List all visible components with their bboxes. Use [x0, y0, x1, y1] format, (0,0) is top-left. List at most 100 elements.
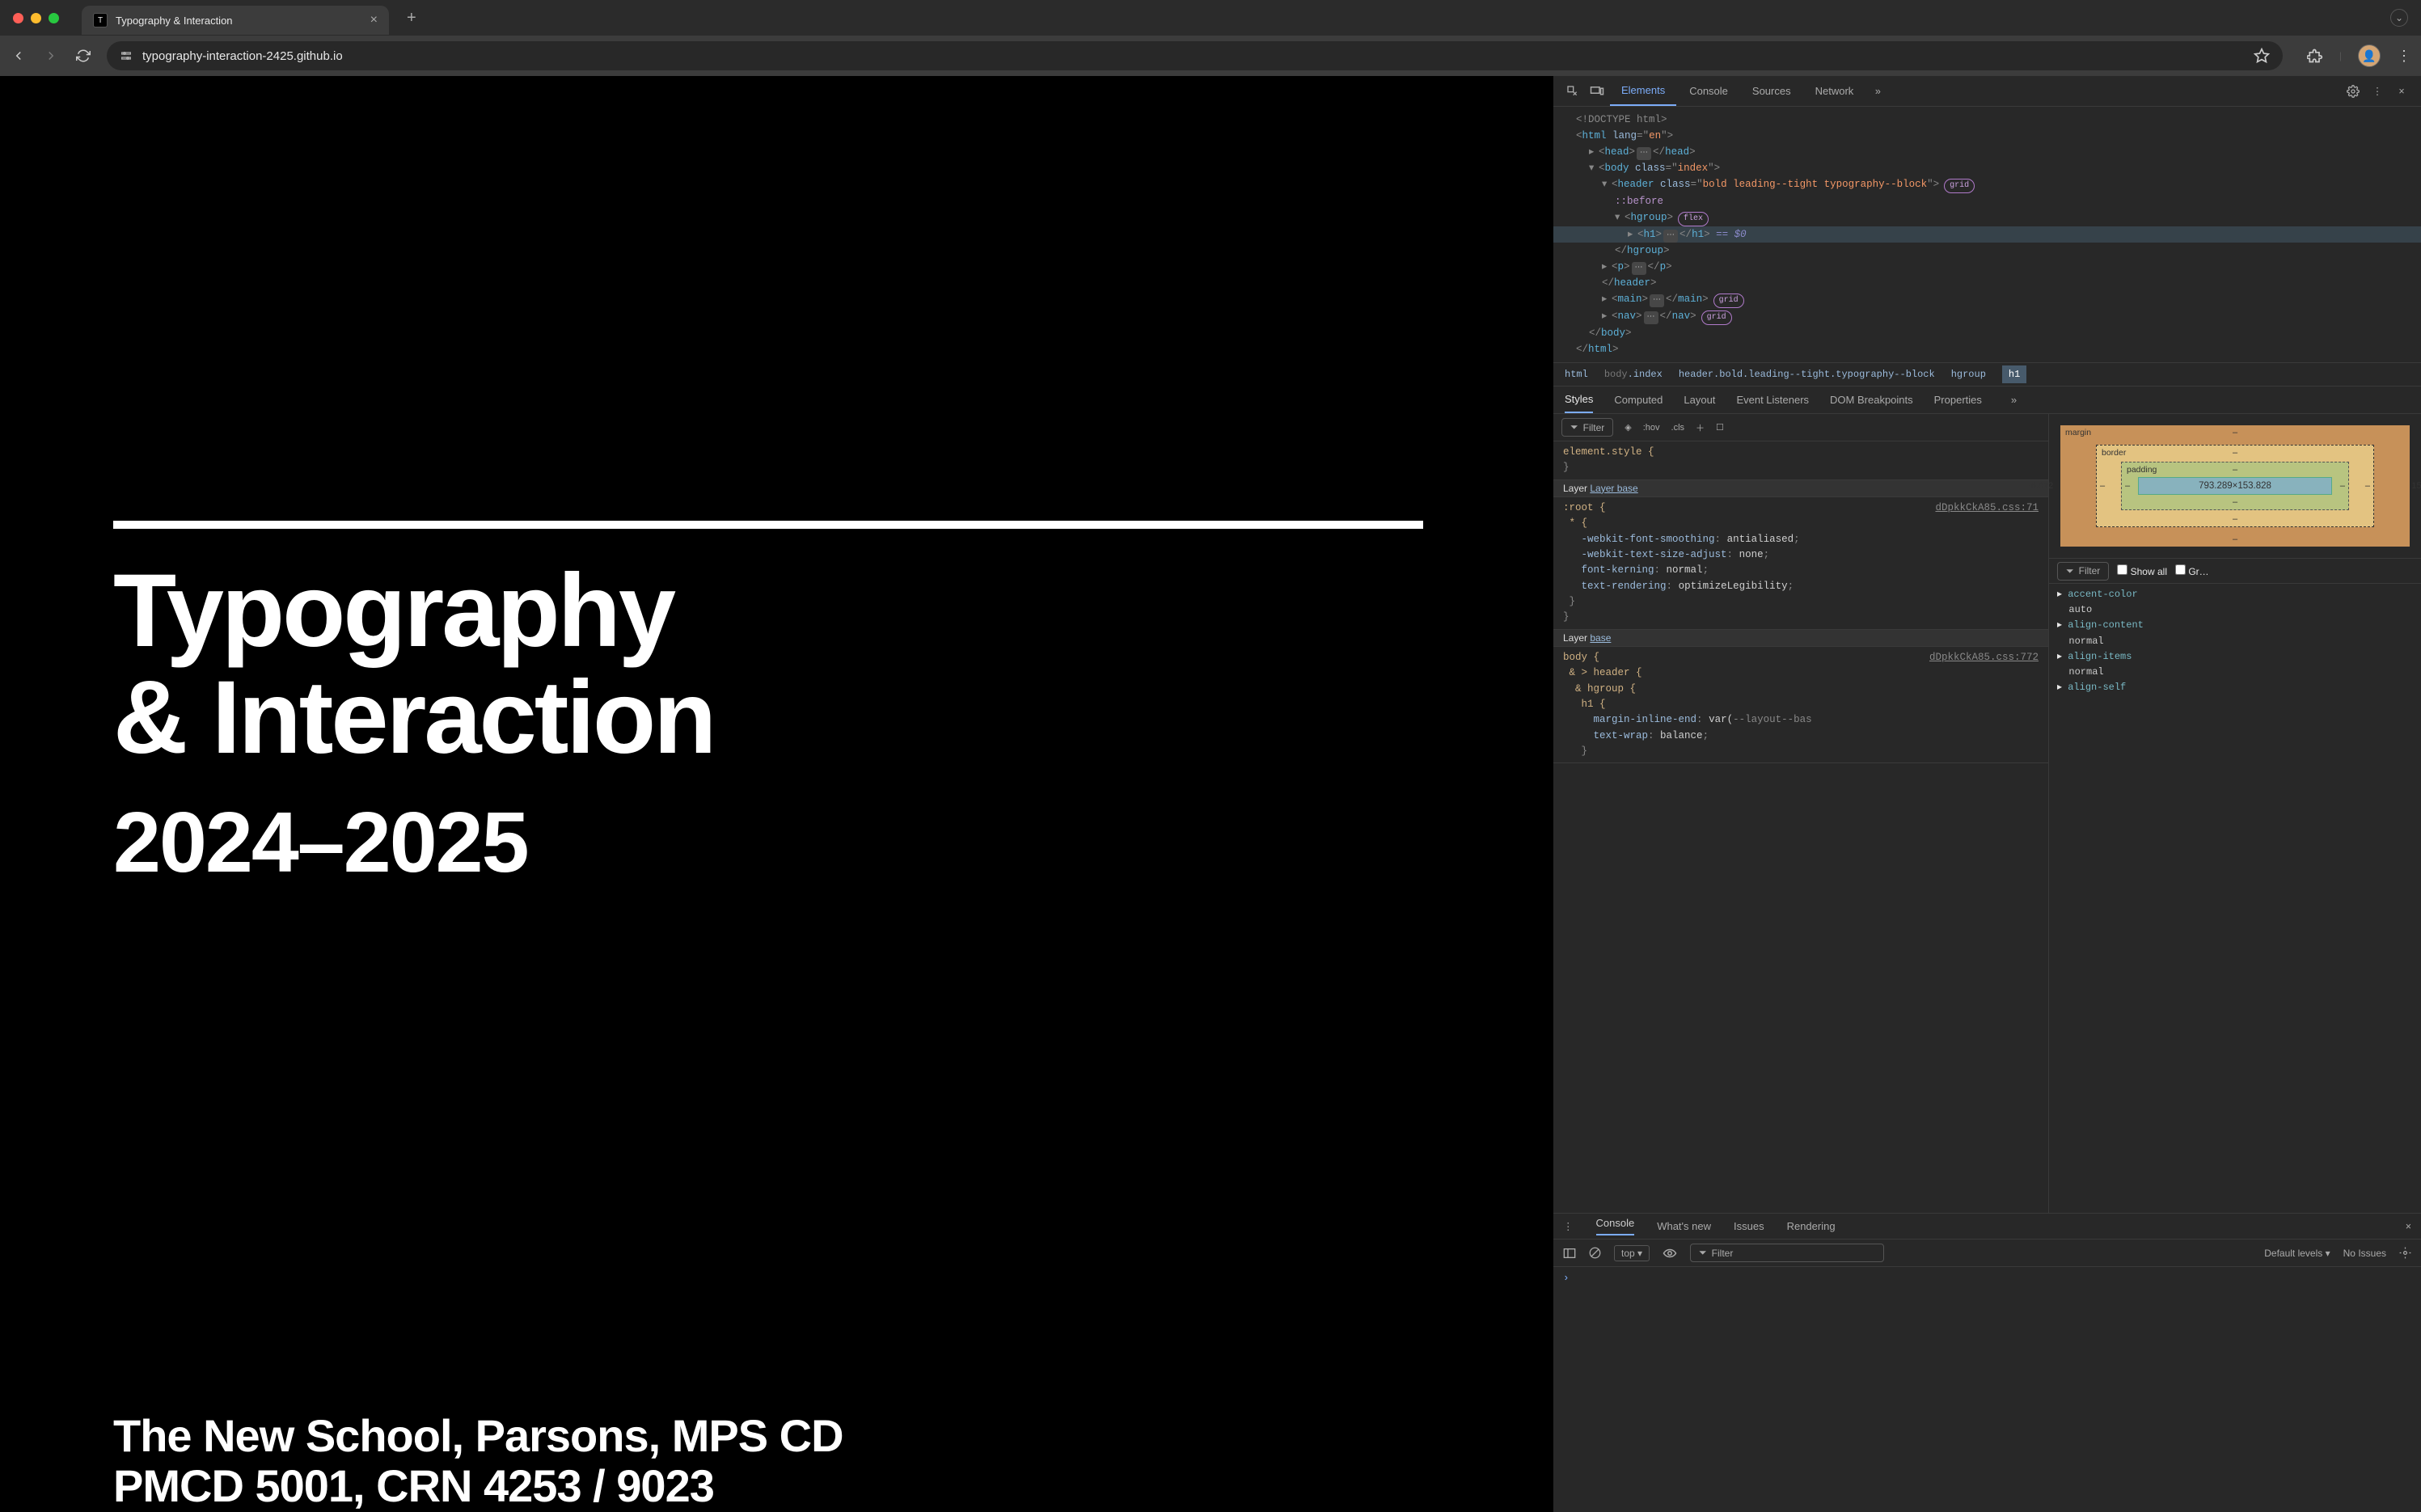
- back-button[interactable]: [10, 47, 27, 65]
- heading-line2: & Interaction: [113, 660, 714, 775]
- browser-tab[interactable]: T Typography & Interaction ×: [82, 6, 389, 35]
- page-footer: The New School, Parsons, MPS CD PMCD 500…: [113, 1411, 843, 1512]
- filter-icon: ⏷: [2066, 565, 2074, 577]
- drawer-tab-issues[interactable]: Issues: [1734, 1220, 1764, 1232]
- margin-left-val: -6.072: [2028, 481, 2053, 491]
- subtab-layout[interactable]: Layout: [1684, 387, 1715, 412]
- divider-rule: [113, 521, 1423, 529]
- more-subtabs-icon[interactable]: »: [2011, 394, 2017, 406]
- devtools-panel: Elements Console Sources Network » ⋮ × <…: [1553, 76, 2421, 1512]
- subtab-computed[interactable]: Computed: [1614, 387, 1663, 412]
- rule-body[interactable]: body {dDpkkCkA85.css:772 & > header { & …: [1553, 647, 2048, 764]
- subtab-listeners[interactable]: Event Listeners: [1736, 387, 1809, 412]
- cls-button[interactable]: .cls: [1671, 423, 1685, 433]
- crumb-h1[interactable]: h1: [2002, 365, 2026, 383]
- page-heading: Typography & Interaction: [113, 558, 1439, 771]
- forward-button[interactable]: [42, 47, 60, 65]
- devtools-tabs: Elements Console Sources Network » ⋮ ×: [1553, 76, 2421, 107]
- styles-filter-input[interactable]: ⏷ Filter: [1561, 418, 1613, 437]
- dom-breadcrumb[interactable]: html body.index header.bold.leading--tig…: [1553, 362, 2421, 386]
- reload-button[interactable]: [74, 47, 92, 65]
- close-window-button[interactable]: [13, 13, 23, 23]
- page-year: 2024–2025: [113, 794, 1439, 892]
- console-toolbar: top ▾ ⏷ Filter Default levels ▾ No Issue…: [1553, 1240, 2421, 1267]
- rule-root[interactable]: :root {dDpkkCkA85.css:71 * { -webkit-fon…: [1553, 497, 2048, 630]
- console-settings-icon[interactable]: [2399, 1247, 2411, 1259]
- box-model[interactable]: margin – -6.072 15.708 border – – – padd…: [2049, 414, 2421, 558]
- source-link-2[interactable]: dDpkkCkA85.css:772: [1929, 650, 2039, 665]
- grid-badge-main[interactable]: grid: [1713, 294, 1744, 308]
- kebab-icon[interactable]: ⋮: [2366, 85, 2389, 97]
- filter-icon: ⏷: [1570, 421, 1578, 433]
- settings-icon[interactable]: [2342, 85, 2364, 98]
- site-settings-icon[interactable]: [120, 49, 133, 62]
- profile-avatar[interactable]: 👤: [2358, 44, 2381, 67]
- content-dimensions: 793.289×153.828: [2138, 477, 2332, 495]
- layer-link-1[interactable]: Layer base: [1590, 483, 1637, 494]
- new-tab-button[interactable]: +: [407, 9, 416, 27]
- heading-line1: Typography: [113, 553, 674, 669]
- computed-toggle-icon[interactable]: ☐: [1716, 422, 1724, 433]
- computed-filter-input[interactable]: ⏷ Filter: [2057, 562, 2109, 581]
- elements-tree[interactable]: <!DOCTYPE html> <html lang="en"> ▸<head>…: [1553, 107, 2421, 362]
- show-all-checkbox[interactable]: Show all: [2117, 564, 2167, 577]
- tab-console[interactable]: Console: [1678, 77, 1739, 105]
- crumb-html[interactable]: html: [1565, 369, 1588, 380]
- levels-selector[interactable]: Default levels ▾: [2264, 1248, 2330, 1259]
- element-style-block[interactable]: element.style { }: [1553, 441, 2048, 480]
- subtab-styles[interactable]: Styles: [1565, 386, 1593, 413]
- new-rule-icon[interactable]: ＋: [1696, 421, 1705, 434]
- extensions-icon[interactable]: [2307, 48, 2323, 64]
- grid-badge-nav[interactable]: grid: [1701, 310, 1732, 325]
- address-bar[interactable]: typography-interaction-2425.github.io: [107, 41, 2283, 70]
- console-body[interactable]: ›: [1553, 1267, 2421, 1512]
- context-selector[interactable]: top ▾: [1614, 1245, 1650, 1261]
- sidebar-toggle-icon[interactable]: [1563, 1248, 1576, 1259]
- group-checkbox[interactable]: Gr…: [2175, 564, 2209, 577]
- inspect-icon[interactable]: [1561, 85, 1584, 98]
- flex-badge[interactable]: flex: [1678, 212, 1709, 226]
- drawer-tab-console[interactable]: Console: [1596, 1217, 1635, 1235]
- chevron-down-icon[interactable]: ⌄: [2390, 9, 2408, 27]
- footer-line2: PMCD 5001, CRN 4253 / 9023: [113, 1461, 843, 1512]
- grid-badge[interactable]: grid: [1944, 179, 1975, 193]
- layers-icon[interactable]: ◈: [1625, 422, 1631, 433]
- layer-link-2[interactable]: base: [1590, 632, 1611, 644]
- hov-button[interactable]: :hov: [1643, 423, 1660, 433]
- close-drawer-icon[interactable]: ×: [2406, 1221, 2411, 1232]
- no-issues-label: No Issues: [2343, 1248, 2386, 1259]
- layer-base-2: Layer base: [1553, 630, 2048, 647]
- devtools-drawer: ⋮ Console What's new Issues Rendering × …: [1553, 1213, 2421, 1512]
- tab-network[interactable]: Network: [1804, 77, 1865, 105]
- drawer-tab-rendering[interactable]: Rendering: [1787, 1220, 1836, 1232]
- more-tabs-icon[interactable]: »: [1866, 86, 1889, 97]
- menu-icon[interactable]: ⋮: [2397, 48, 2411, 65]
- close-devtools-icon[interactable]: ×: [2390, 86, 2413, 97]
- drawer-tab-whatsnew[interactable]: What's new: [1657, 1220, 1711, 1232]
- tab-sources[interactable]: Sources: [1741, 77, 1802, 105]
- computed-properties[interactable]: ▸ accent-color auto ▸ align-content norm…: [2049, 584, 2421, 699]
- tab-elements[interactable]: Elements: [1610, 76, 1676, 106]
- crumb-header[interactable]: header.bold.leading--tight.typography--b…: [1679, 369, 1935, 380]
- device-icon[interactable]: [1586, 86, 1608, 97]
- favicon-icon: T: [93, 13, 108, 27]
- bookmark-icon[interactable]: [2254, 48, 2270, 64]
- maximize-window-button[interactable]: [49, 13, 59, 23]
- subtab-properties[interactable]: Properties: [1934, 387, 1982, 412]
- minimize-window-button[interactable]: [31, 13, 41, 23]
- crumb-hgroup[interactable]: hgroup: [1951, 369, 1986, 380]
- drawer-kebab-icon[interactable]: ⋮: [1563, 1220, 1574, 1232]
- subtab-breakpoints[interactable]: DOM Breakpoints: [1830, 387, 1913, 412]
- console-filter-input[interactable]: ⏷ Filter: [1690, 1244, 1884, 1262]
- url-text: typography-interaction-2425.github.io: [142, 49, 343, 63]
- source-link-1[interactable]: dDpkkCkA85.css:71: [1935, 500, 2039, 516]
- window-controls: [13, 13, 59, 23]
- live-expression-icon[interactable]: [1663, 1248, 1677, 1258]
- layer-base-1: Layer Layer base: [1553, 480, 2048, 497]
- browser-titlebar: T Typography & Interaction × + ⌄: [0, 0, 2421, 36]
- dom-selected-h1[interactable]: ▸<h1>⋯</h1> == $0: [1553, 226, 2421, 243]
- dom-doctype: <!DOCTYPE html>: [1576, 114, 1667, 125]
- clear-console-icon[interactable]: [1589, 1247, 1601, 1259]
- close-tab-icon[interactable]: ×: [370, 13, 378, 27]
- tab-title: Typography & Interaction: [116, 15, 362, 27]
